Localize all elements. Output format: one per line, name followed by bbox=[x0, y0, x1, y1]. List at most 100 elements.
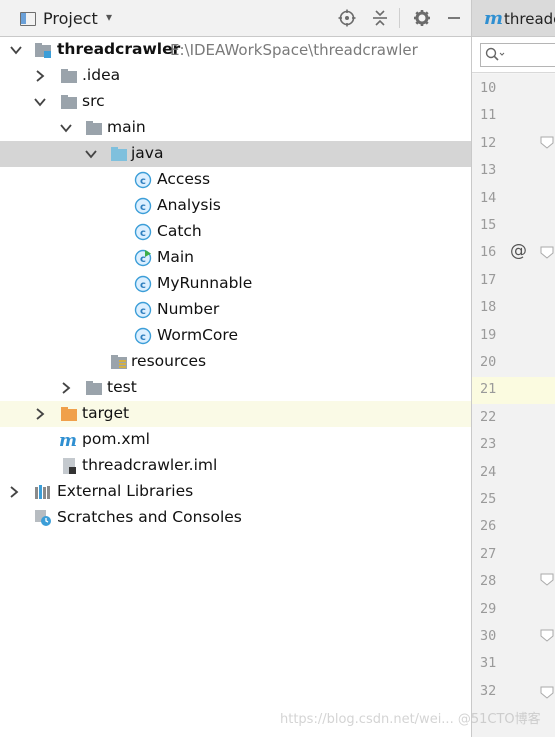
folder-icon bbox=[85, 119, 103, 137]
tree-node-class[interactable]: c Access bbox=[0, 167, 471, 193]
tree-node-class[interactable]: c Main bbox=[0, 245, 471, 271]
class-label: Catch bbox=[157, 222, 202, 240]
class-label: MyRunnable bbox=[157, 274, 253, 292]
class-label: Analysis bbox=[157, 196, 221, 214]
line-number: 28 bbox=[480, 573, 497, 590]
tree-node-src[interactable]: src bbox=[0, 89, 471, 115]
project-tree: threadcrawler E:\IDEAWorkSpace\threadcra… bbox=[0, 37, 471, 737]
java-class-icon: c bbox=[134, 327, 152, 345]
tree-node-main[interactable]: main bbox=[0, 115, 471, 141]
folder-icon bbox=[85, 379, 103, 397]
chevron-right-icon[interactable] bbox=[8, 486, 20, 498]
file-label-pom: pom.xml bbox=[82, 430, 150, 448]
folder-label-java: java bbox=[131, 144, 164, 162]
tree-node-class[interactable]: c WormCore bbox=[0, 323, 471, 349]
tree-node-class[interactable]: c Analysis bbox=[0, 193, 471, 219]
tree-node-class[interactable]: c Catch bbox=[0, 219, 471, 245]
project-view-icon bbox=[20, 12, 36, 26]
scratches-label: Scratches and Consoles bbox=[57, 508, 242, 526]
tree-node-java[interactable]: java bbox=[0, 141, 471, 167]
chevron-down-icon[interactable] bbox=[10, 44, 22, 56]
chevron-right-icon[interactable] bbox=[34, 408, 46, 420]
scratches-icon bbox=[34, 509, 52, 527]
folder-icon bbox=[60, 67, 78, 85]
chevron-down-icon[interactable] bbox=[60, 122, 72, 134]
libraries-icon bbox=[34, 483, 52, 501]
line-number: 16 bbox=[480, 244, 497, 261]
tree-node-iml[interactable]: threadcrawler.iml bbox=[0, 453, 471, 479]
fold-marker-icon[interactable] bbox=[540, 573, 554, 587]
tree-node-target[interactable]: target bbox=[0, 401, 471, 427]
gear-icon[interactable] bbox=[411, 7, 433, 29]
maven-tab-icon: m bbox=[484, 8, 504, 29]
tree-node-scratches[interactable]: Scratches and Consoles bbox=[0, 505, 471, 531]
override-marker-icon[interactable]: @ bbox=[510, 241, 527, 261]
tree-node-resources[interactable]: resources bbox=[0, 349, 471, 375]
line-number: 14 bbox=[480, 189, 497, 206]
java-class-icon: c bbox=[134, 275, 152, 293]
line-number: 24 bbox=[480, 463, 497, 480]
line-number: 12 bbox=[480, 134, 497, 151]
root-module-path: E:\IDEAWorkSpace\threadcrawler bbox=[170, 41, 418, 59]
hide-panel-icon[interactable] bbox=[443, 7, 465, 29]
editor-tab[interactable]: m threadcrawler bbox=[472, 0, 555, 37]
java-class-icon: c bbox=[134, 171, 152, 189]
line-number: 13 bbox=[480, 162, 497, 179]
java-class-icon: c bbox=[134, 223, 152, 241]
java-class-icon: c bbox=[134, 301, 152, 319]
chevron-right-icon[interactable] bbox=[34, 70, 46, 82]
editor-tab-label: threadcrawler bbox=[504, 10, 555, 28]
tree-node-class[interactable]: c MyRunnable bbox=[0, 271, 471, 297]
line-number: 32 bbox=[480, 682, 497, 699]
view-selector-caret-icon[interactable]: ▾ bbox=[106, 10, 112, 24]
external-libraries-label: External Libraries bbox=[57, 482, 194, 500]
tree-node-idea[interactable]: .idea bbox=[0, 63, 471, 89]
resources-folder-icon bbox=[110, 353, 128, 371]
tree-node-test[interactable]: test bbox=[0, 375, 471, 401]
root-module-label: threadcrawler bbox=[57, 40, 181, 58]
tree-node-external-libraries[interactable]: External Libraries bbox=[0, 479, 471, 505]
folder-label-src: src bbox=[82, 92, 105, 110]
tree-node-pom[interactable]: m pom.xml bbox=[0, 427, 471, 453]
folder-label-resources: resources bbox=[131, 352, 207, 370]
line-number: 30 bbox=[480, 628, 497, 644]
chevron-right-icon[interactable] bbox=[60, 382, 72, 394]
collapse-all-icon[interactable] bbox=[369, 7, 391, 29]
project-panel: Project ▾ threadcrawler E:\IDEAWorkSpace… bbox=[0, 0, 471, 737]
line-number: 10 bbox=[480, 80, 497, 96]
fold-marker-icon[interactable] bbox=[540, 629, 554, 643]
search-input[interactable] bbox=[480, 43, 555, 67]
project-panel-header: Project ▾ bbox=[0, 0, 471, 37]
editor-gutter: 10 11 12 13 14 15 16 17 18 19 20 21 22 23 24 25 26 27 28 29… bbox=[472, 74, 555, 737]
chevron-down-icon[interactable] bbox=[85, 148, 97, 160]
class-label: Access bbox=[157, 170, 211, 188]
project-view-title[interactable]: Project bbox=[43, 9, 98, 28]
line-number: 25 bbox=[480, 491, 497, 507]
folder-label-idea: .idea bbox=[82, 66, 121, 84]
class-label: WormCore bbox=[157, 326, 238, 344]
line-number: 17 bbox=[480, 271, 497, 288]
line-number: 31 bbox=[480, 655, 497, 672]
java-main-class-icon: c bbox=[134, 249, 152, 267]
maven-file-icon: m bbox=[59, 431, 77, 451]
fold-marker-icon[interactable] bbox=[540, 136, 554, 150]
locate-file-icon[interactable] bbox=[336, 7, 358, 29]
fold-marker-icon[interactable] bbox=[540, 686, 554, 700]
svg-text:m: m bbox=[59, 431, 77, 449]
module-folder-icon bbox=[34, 41, 52, 59]
svg-text:c: c bbox=[140, 228, 146, 239]
fold-marker-icon[interactable] bbox=[540, 246, 554, 260]
file-label-iml: threadcrawler.iml bbox=[82, 456, 218, 474]
module-file-icon bbox=[60, 457, 78, 475]
svg-text:c: c bbox=[140, 202, 146, 213]
editor-search-bar bbox=[472, 37, 555, 73]
folder-label-main: main bbox=[107, 118, 146, 136]
tree-node-root[interactable]: threadcrawler E:\IDEAWorkSpace\threadcra… bbox=[0, 37, 471, 63]
line-number: 23 bbox=[480, 436, 497, 453]
chevron-down-icon[interactable] bbox=[34, 96, 46, 108]
source-folder-icon bbox=[110, 145, 128, 163]
svg-text:c: c bbox=[140, 332, 146, 343]
java-class-icon: c bbox=[134, 197, 152, 215]
tree-node-class[interactable]: c Number bbox=[0, 297, 471, 323]
line-number: 15 bbox=[480, 217, 497, 233]
